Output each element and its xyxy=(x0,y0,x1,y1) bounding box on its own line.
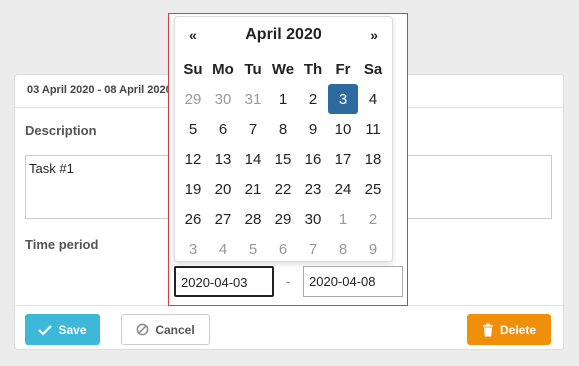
calendar-day[interactable]: 27 xyxy=(208,204,238,234)
calendar-day[interactable]: 6 xyxy=(268,234,298,264)
calendar-week-row: 12 13 14 15 16 17 18 xyxy=(178,144,388,174)
calendar-day[interactable]: 16 xyxy=(298,144,328,174)
calendar-day[interactable]: 25 xyxy=(358,174,388,204)
calendar-day-selected[interactable]: 3 xyxy=(328,84,358,114)
delete-button[interactable]: Delete xyxy=(467,314,551,345)
calendar-day[interactable]: 31 xyxy=(238,84,268,114)
calendar-day[interactable]: 7 xyxy=(298,234,328,264)
calendar-day[interactable]: 4 xyxy=(208,234,238,264)
start-date-input[interactable]: 2020-04-03 xyxy=(174,266,274,297)
datepicker-highlight: « April 2020 » Su Mo Tu We Th Fr Sa 29 30 31 1 2 3 4 5… xyxy=(168,13,408,306)
calendar-day[interactable]: 21 xyxy=(238,174,268,204)
weekday-label: Su xyxy=(183,60,203,78)
calendar-week-row: 3456789 xyxy=(178,234,388,264)
calendar-day[interactable]: 7 xyxy=(238,114,268,144)
calendar-day[interactable]: 30 xyxy=(208,84,238,114)
check-icon xyxy=(38,324,53,336)
calendar-day[interactable]: 4 xyxy=(358,84,388,114)
calendar-day[interactable]: 9 xyxy=(298,114,328,144)
save-button[interactable]: Save xyxy=(25,314,100,345)
calendar-week-row: 29 30 31 1 2 3 4 xyxy=(178,84,388,114)
calendar-day[interactable]: 14 xyxy=(238,144,268,174)
calendar-day[interactable]: 2 xyxy=(358,204,388,234)
calendar-day[interactable]: 28 xyxy=(238,204,268,234)
calendar-day[interactable]: 1 xyxy=(268,84,298,114)
calendar-day[interactable]: 20 xyxy=(208,174,238,204)
date-separator: - xyxy=(286,274,291,289)
calendar-day[interactable]: 5 xyxy=(178,114,208,144)
calendar-day[interactable]: 17 xyxy=(328,144,358,174)
save-button-label: Save xyxy=(58,322,87,337)
calendar-day[interactable]: 24 xyxy=(328,174,358,204)
calendar-day[interactable]: 5 xyxy=(238,234,268,264)
trash-icon xyxy=(482,323,493,336)
weekday-label: We xyxy=(271,60,295,78)
calendar-day[interactable]: 8 xyxy=(328,234,358,264)
calendar-day[interactable]: 29 xyxy=(268,204,298,234)
calendar-week-row: 19 20 21 22 23 24 25 xyxy=(178,174,388,204)
end-date-input[interactable]: 2020-04-08 xyxy=(303,266,403,297)
calendar-day[interactable]: 30 xyxy=(298,204,328,234)
weekday-label: Tu xyxy=(244,60,262,78)
calendar-day[interactable]: 3 xyxy=(178,234,208,264)
calendar-day[interactable]: 11 xyxy=(358,114,388,144)
ban-icon xyxy=(136,323,149,336)
calendar-day[interactable]: 15 xyxy=(268,144,298,174)
calendar-day[interactable]: 12 xyxy=(178,144,208,174)
calendar-day[interactable]: 18 xyxy=(358,144,388,174)
card-title: 03 April 2020 - 08 April 2020 xyxy=(27,84,172,96)
calendar-day[interactable]: 6 xyxy=(208,114,238,144)
month-title[interactable]: April 2020 xyxy=(175,26,392,44)
weekday-label: Mo xyxy=(212,60,234,78)
next-month-button[interactable]: » xyxy=(370,27,378,43)
calendar-day[interactable]: 1 xyxy=(328,204,358,234)
weekday-header-row: Su Mo Tu We Th Fr Sa xyxy=(178,54,388,84)
calendar-week-row: 5 6 7 8 9 10 11 xyxy=(178,114,388,144)
calendar-day[interactable]: 2 xyxy=(298,84,328,114)
calendar-day[interactable]: 29 xyxy=(178,84,208,114)
cancel-button-label: Cancel xyxy=(155,322,195,337)
weekday-label: Sa xyxy=(363,60,383,78)
weekday-label: Th xyxy=(303,60,323,78)
calendar-day[interactable]: 22 xyxy=(268,174,298,204)
time-period-label: Time period xyxy=(25,237,99,252)
weekday-label: Fr xyxy=(335,60,351,78)
calendar-day[interactable]: 13 xyxy=(208,144,238,174)
calendar-day[interactable]: 8 xyxy=(268,114,298,144)
calendar-day[interactable]: 10 xyxy=(328,114,358,144)
calendar-day[interactable]: 19 xyxy=(178,174,208,204)
calendar-grid: Su Mo Tu We Th Fr Sa 29 30 31 1 2 3 4 5 6 7 8 9 10 11 12 13 14 1… xyxy=(178,54,388,264)
datepicker-panel: « April 2020 » Su Mo Tu We Th Fr Sa 29 30 31 1 2 3 4 5… xyxy=(174,16,393,262)
description-label: Description xyxy=(25,123,97,138)
calendar-day[interactable]: 26 xyxy=(178,204,208,234)
card-footer: Save Cancel Delete xyxy=(15,305,563,349)
delete-button-label: Delete xyxy=(499,322,537,337)
cancel-button[interactable]: Cancel xyxy=(121,314,210,345)
calendar-day[interactable]: 9 xyxy=(358,234,388,264)
calendar-day[interactable]: 23 xyxy=(298,174,328,204)
calendar-week-row: 26 27 28 29 30 1 2 xyxy=(178,204,388,234)
